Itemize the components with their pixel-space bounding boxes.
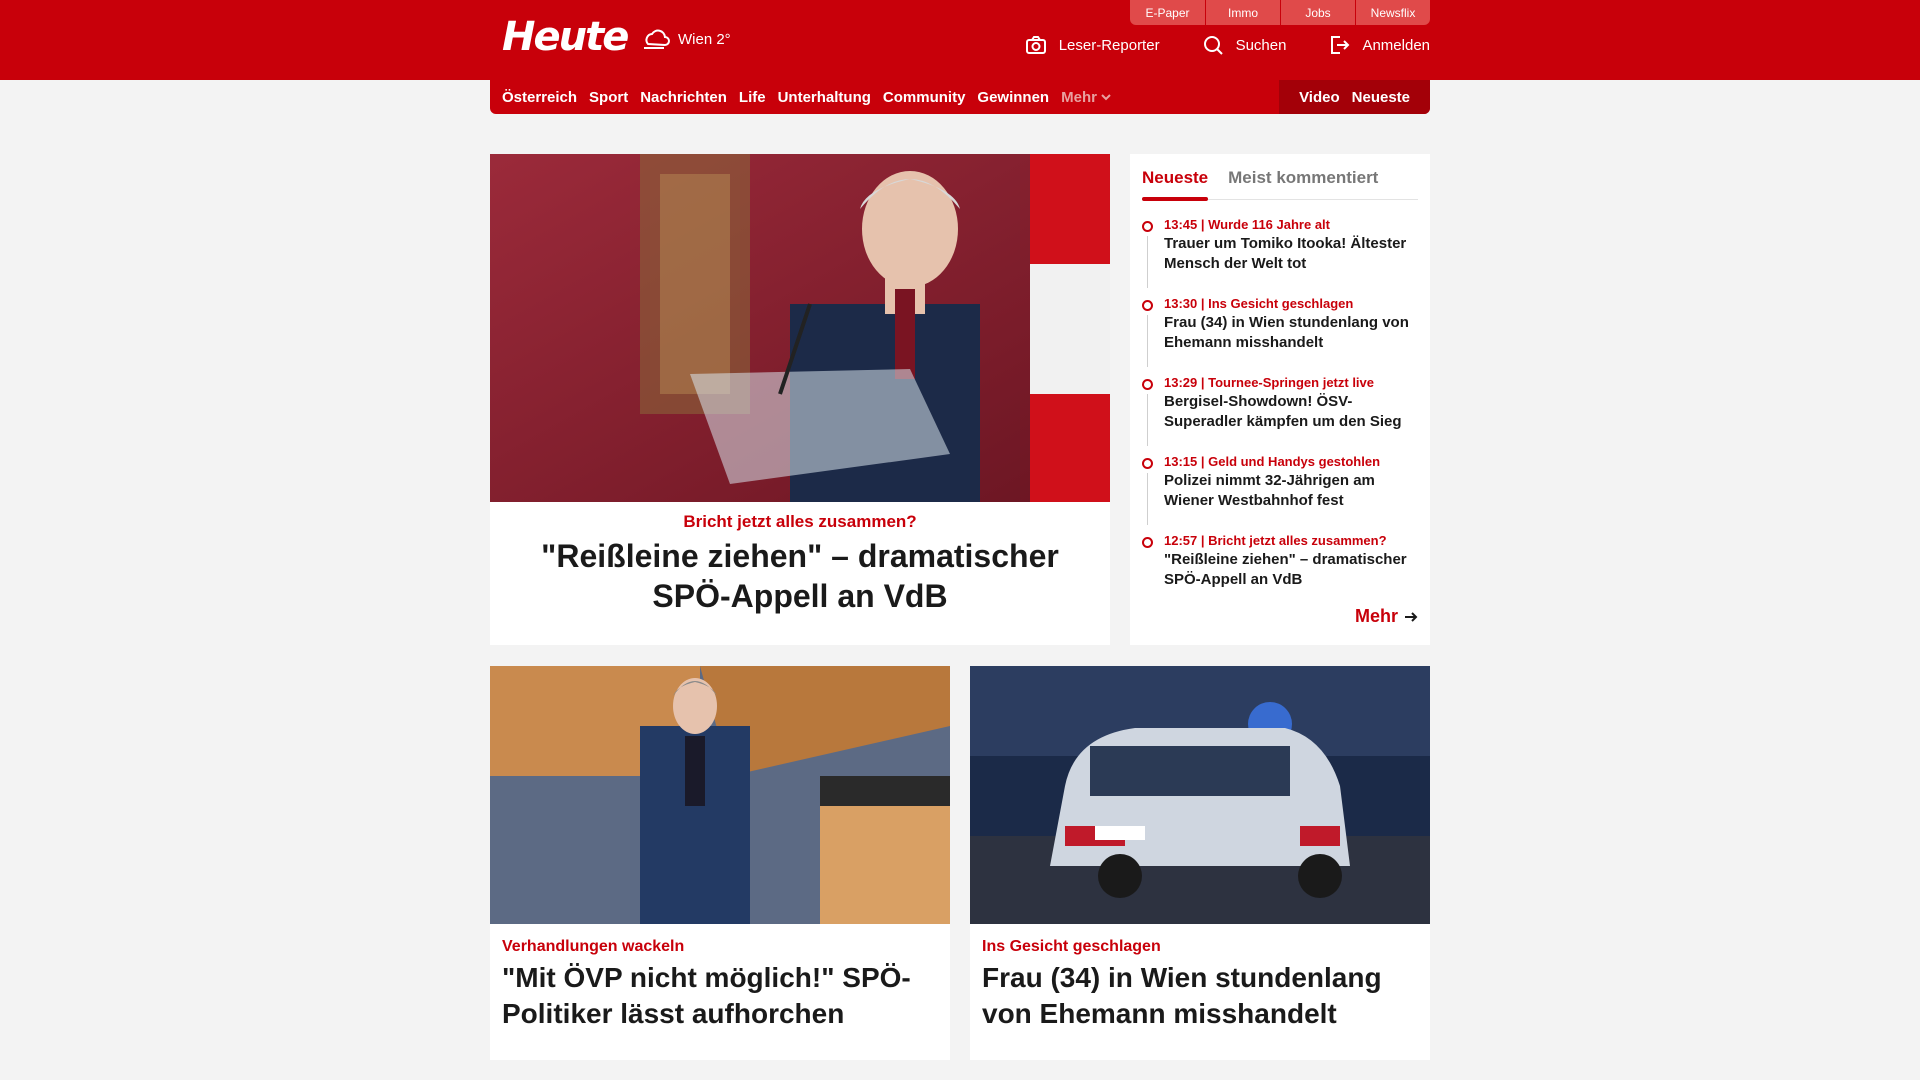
timeline-dot <box>1142 221 1153 232</box>
timeline-dot <box>1142 379 1153 390</box>
site-logo[interactable]: Heute <box>502 14 629 60</box>
nav-item-unterhaltung[interactable]: Unterhaltung <box>778 89 871 106</box>
news-sidebar: Neueste Meist kommentiert 13:45 | Wurde … <box>1130 154 1430 645</box>
login-icon <box>1331 36 1350 54</box>
weather-widget[interactable]: Wien 2° <box>640 26 731 52</box>
chevron-down-icon <box>1101 94 1111 101</box>
timeline-title[interactable]: Bergisel-Showdown! ÖSV-Superadler kämpfe… <box>1164 392 1422 432</box>
nav-item-sport[interactable]: Sport <box>589 89 628 106</box>
article-card[interactable]: Verhandlungen wackeln "Mit ÖVP nicht mög… <box>490 666 950 1060</box>
nav-item-community[interactable]: Community <box>883 89 966 106</box>
service-newsflix[interactable]: Newsflix <box>1355 0 1430 25</box>
service-jobs[interactable]: Jobs <box>1280 0 1355 25</box>
hero-image[interactable] <box>490 154 1110 502</box>
news-timeline: 13:45 | Wurde 116 Jahre alt Trauer um To… <box>1142 216 1422 611</box>
hero-kicker: Bricht jetzt alles zusammen? <box>683 512 917 531</box>
timeline-item[interactable]: 13:45 | Wurde 116 Jahre alt Trauer um To… <box>1142 216 1422 295</box>
article-card[interactable]: Ins Gesicht geschlagen Frau (34) in Wien… <box>970 666 1430 1060</box>
nav-item-nachrichten[interactable]: Nachrichten <box>640 89 727 106</box>
hero-title[interactable]: "Reißleine ziehen" – dramatischer SPÖ-Ap… <box>500 536 1100 616</box>
search-button[interactable]: Suchen <box>1202 34 1287 56</box>
nav-neueste[interactable]: Neueste <box>1352 89 1410 106</box>
service-immo[interactable]: Immo <box>1205 0 1280 25</box>
nav-item-gewinnen[interactable]: Gewinnen <box>977 89 1049 106</box>
header-inner: Heute Wien 2° E-Paper Immo Jobs Newsflix… <box>490 0 1430 80</box>
login-label: Anmelden <box>1362 36 1430 54</box>
timeline-dot <box>1142 300 1153 311</box>
timeline-line <box>1147 236 1148 288</box>
article-image[interactable] <box>490 666 950 924</box>
nav-video[interactable]: Video <box>1299 89 1340 106</box>
timeline-line <box>1147 473 1148 525</box>
service-epaper[interactable]: E-Paper <box>1130 0 1205 25</box>
timeline-dot <box>1142 537 1153 548</box>
article-image[interactable] <box>970 666 1430 924</box>
weather-label: Wien 2° <box>678 30 731 48</box>
card-photo-illustration <box>970 666 1430 924</box>
sidebar-more-label: Mehr <box>1354 606 1398 626</box>
timeline-item[interactable]: 13:30 | Ins Gesicht geschlagen Frau (34)… <box>1142 295 1422 374</box>
nav-item-oesterreich[interactable]: Österreich <box>502 89 577 106</box>
leser-reporter-button[interactable]: Leser-Reporter <box>1025 34 1160 56</box>
camera-icon <box>1025 36 1046 54</box>
timeline-item[interactable]: 13:15 | Geld und Handys gestohlen Polize… <box>1142 453 1422 532</box>
card-title[interactable]: Frau (34) in Wien stundenlang von Eheman… <box>982 960 1418 1032</box>
nav-right-group: Video Neueste <box>1279 80 1430 114</box>
arrow-right-icon <box>1405 611 1418 622</box>
timeline-title[interactable]: Trauer um Tomiko Itooka! Ältester Mensch… <box>1164 234 1422 274</box>
timeline-meta: 13:30 | Ins Gesicht geschlagen <box>1164 296 1354 311</box>
tab-neueste[interactable]: Neueste <box>1142 164 1209 201</box>
hero-article[interactable]: Bricht jetzt alles zusammen? "Reißleine … <box>490 154 1110 645</box>
cloud-sun-icon <box>644 29 670 49</box>
card-title[interactable]: "Mit ÖVP nicht möglich!" SPÖ-Politiker l… <box>502 960 938 1032</box>
search-label: Suchen <box>1235 36 1287 54</box>
timeline-meta: 13:45 | Wurde 116 Jahre alt <box>1164 217 1330 232</box>
timeline-line <box>1147 315 1148 367</box>
timeline-item[interactable]: 13:29 | Tournee-Springen jetzt live Berg… <box>1142 374 1422 453</box>
tab-meist-kommentiert[interactable]: Meist kommentiert <box>1228 164 1378 199</box>
timeline-meta: 12:57 | Bricht jetzt alles zusammen? <box>1164 533 1387 548</box>
timeline-line <box>1147 394 1148 446</box>
sidebar-tabs: Neueste Meist kommentiert <box>1142 164 1418 201</box>
card-photo-illustration <box>490 666 950 924</box>
login-button[interactable]: Anmelden <box>1328 34 1430 56</box>
timeline-title[interactable]: Frau (34) in Wien stundenlang von Eheman… <box>1164 313 1422 353</box>
timeline-meta: 13:15 | Geld und Handys gestohlen <box>1164 454 1381 469</box>
nav-more-label: Mehr <box>1061 88 1097 106</box>
timeline-meta: 13:29 | Tournee-Springen jetzt live <box>1164 375 1374 390</box>
timeline-title[interactable]: Polizei nimmt 32-Jährigen am Wiener West… <box>1164 471 1422 511</box>
timeline-title[interactable]: "Reißleine ziehen" – dramatischer SPÖ-Ap… <box>1164 550 1422 590</box>
leser-reporter-label: Leser-Reporter <box>1058 36 1160 54</box>
nav-more-dropdown[interactable]: Mehr <box>1061 89 1111 106</box>
card-kicker: Ins Gesicht geschlagen <box>982 938 1161 955</box>
card-kicker: Verhandlungen wackeln <box>502 938 685 955</box>
hero-photo-illustration <box>490 154 1110 502</box>
main-nav: Österreich Sport Nachrichten Life Unterh… <box>490 80 1430 114</box>
service-links: E-Paper Immo Jobs Newsflix <box>1130 0 1430 25</box>
sidebar-more-link[interactable]: Mehr <box>1355 606 1418 627</box>
timeline-dot <box>1142 458 1153 469</box>
search-icon <box>1203 36 1223 55</box>
header-tools: Leser-Reporter Suchen Anmelden <box>1025 34 1430 56</box>
nav-item-life[interactable]: Life <box>739 89 766 106</box>
timeline-item[interactable]: 12:57 | Bricht jetzt alles zusammen? "Re… <box>1142 532 1422 611</box>
